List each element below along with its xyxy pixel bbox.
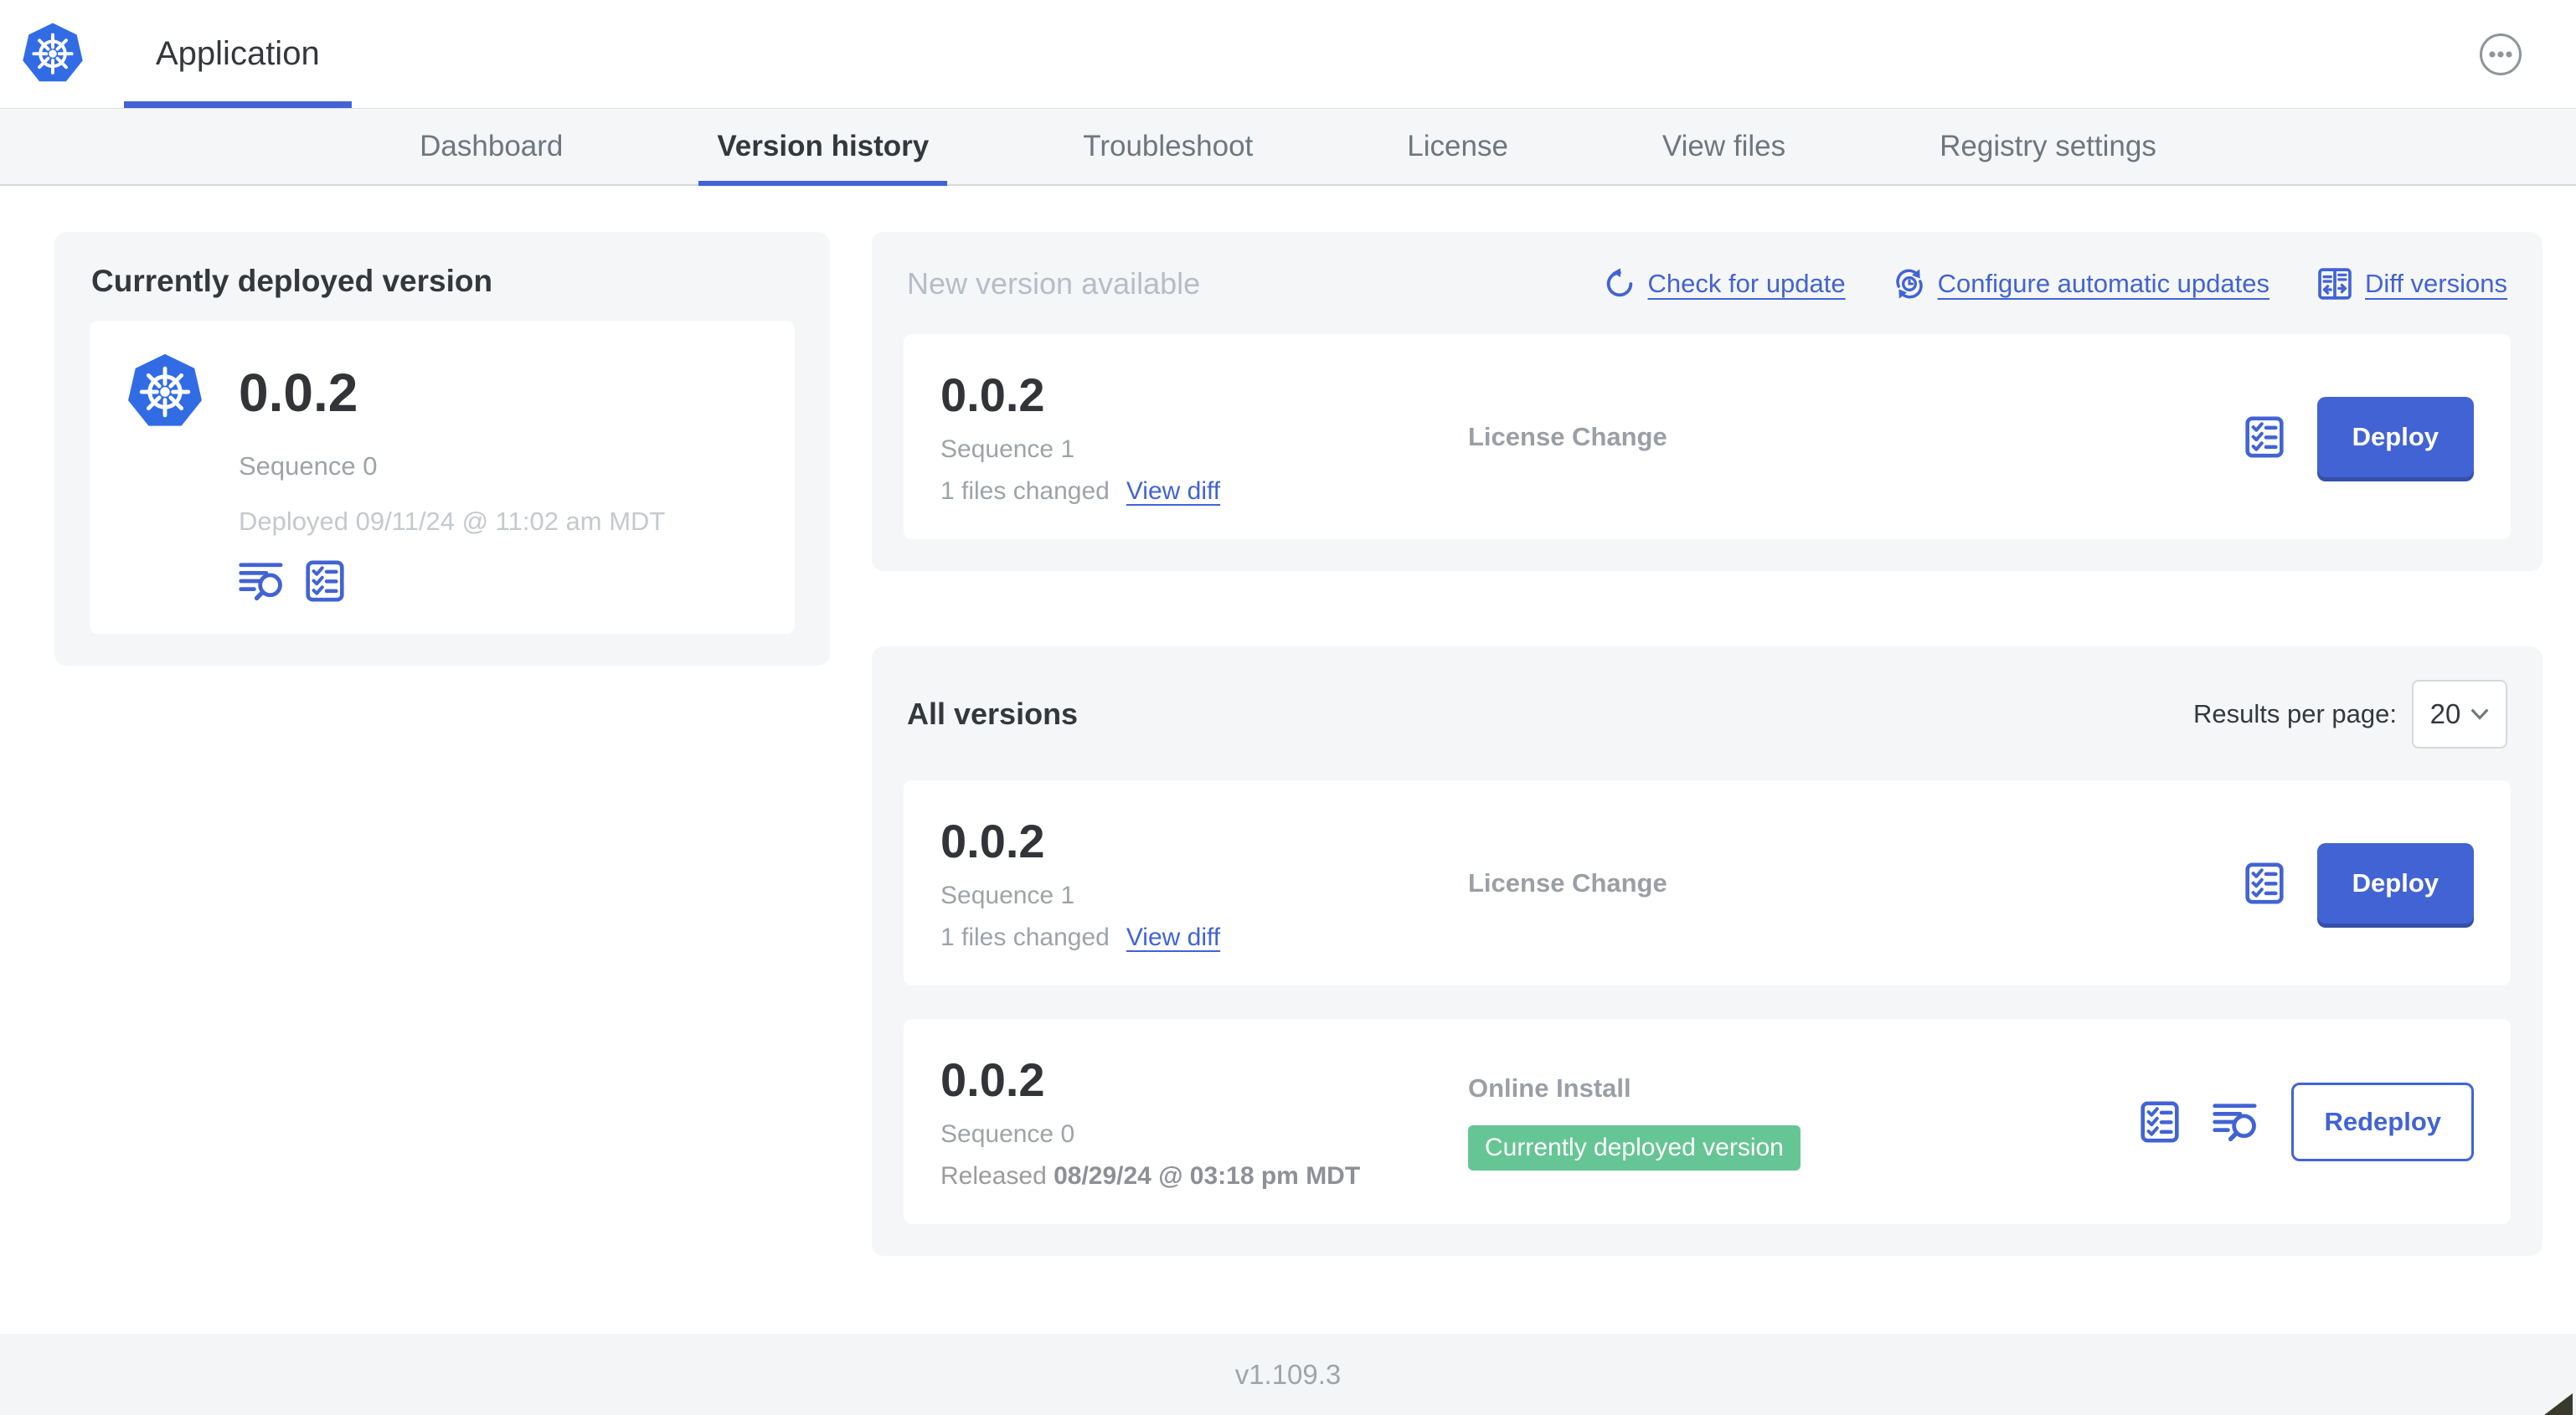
diff-icon <box>2316 265 2353 302</box>
files-changed-text: 1 files changed <box>940 924 1110 951</box>
new-version-title: New version available <box>907 266 1201 301</box>
preflight-checks-icon[interactable] <box>2245 862 2284 904</box>
console-version-text: v1.109.3 <box>1234 1358 1342 1390</box>
new-version-row: 0.0.2 Sequence 1 1 files changed View di… <box>904 334 2511 539</box>
results-per-page-select[interactable]: 20 <box>2412 680 2507 749</box>
preflight-checks-icon[interactable] <box>306 560 344 602</box>
preflight-checks-icon[interactable] <box>2141 1100 2180 1143</box>
version-sequence: Sequence 0 <box>940 1120 1075 1148</box>
all-versions-title: All versions <box>907 697 1079 731</box>
logs-icon[interactable] <box>2213 1101 2258 1143</box>
version-history-column: New version available Check for update C… <box>872 232 2543 1256</box>
main-content: Currently deployed version 0.0.2 Sequenc… <box>0 186 2576 1315</box>
deploy-button[interactable]: Deploy <box>2316 396 2474 477</box>
results-per-page-value: 20 <box>2429 698 2461 729</box>
view-diff-link[interactable]: View diff <box>1126 924 1220 952</box>
deployed-version-number: 0.0.2 <box>239 363 358 423</box>
configure-automatic-updates-link[interactable]: Configure automatic updates <box>1893 267 2269 301</box>
diff-versions-link[interactable]: Diff versions <box>2316 265 2507 302</box>
app-title: Application <box>156 35 320 72</box>
version-row: 0.0.2 Sequence 0 Released 08/29/24 @ 03:… <box>904 1019 2511 1224</box>
results-per-page-label: Results per page: <box>2193 699 2397 728</box>
logs-icon[interactable] <box>239 560 284 602</box>
version-row: 0.0.2 Sequence 1 1 files changed View di… <box>904 780 2511 985</box>
deployed-card-title: Currently deployed version <box>91 264 493 298</box>
version-source: License Change <box>1468 867 1667 898</box>
auto-update-clock-icon <box>1893 267 1926 301</box>
view-diff-link[interactable]: View diff <box>1126 477 1220 506</box>
deploy-button[interactable]: Deploy <box>2316 842 2474 924</box>
tab-license[interactable]: License <box>1388 109 1527 184</box>
subnav-tabs: Dashboard Version history Troubleshoot L… <box>0 109 2576 186</box>
tab-dashboard[interactable]: Dashboard <box>401 109 581 184</box>
app-header: Application <box>0 0 2576 109</box>
version-sequence: Sequence 1 <box>940 435 1075 463</box>
overflow-menu-button[interactable] <box>2479 33 2522 76</box>
ellipsis-icon <box>2479 33 2522 76</box>
new-version-panel: New version available Check for update C… <box>872 232 2543 571</box>
tab-registry-settings[interactable]: Registry settings <box>1921 109 2175 184</box>
version-number: 0.0.2 <box>940 815 1045 867</box>
app-nav-item-application[interactable]: Application <box>124 0 352 108</box>
currently-deployed-card: Currently deployed version 0.0.2 Sequenc… <box>54 232 830 666</box>
redeploy-button[interactable]: Redeploy <box>2291 1082 2474 1161</box>
version-source: Online Install <box>1468 1073 1631 1103</box>
kubernetes-logo-icon <box>20 22 85 87</box>
version-sequence: Sequence 1 <box>940 882 1075 909</box>
tab-troubleshoot[interactable]: Troubleshoot <box>1064 109 1271 184</box>
mouse-cursor <box>2544 1393 2573 1415</box>
deployed-version-card: 0.0.2 Sequence 0 Deployed 09/11/24 @ 11:… <box>90 321 795 634</box>
currently-deployed-badge: Currently deployed version <box>1468 1124 1801 1171</box>
version-number: 0.0.2 <box>940 368 1045 421</box>
files-changed-text: 1 files changed <box>940 477 1110 505</box>
version-released-timestamp: Released 08/29/24 @ 03:18 pm MDT <box>940 1162 1361 1190</box>
version-source: License Change <box>1468 421 1667 451</box>
footer: v1.109.3 <box>0 1334 2576 1415</box>
tab-view-files[interactable]: View files <box>1644 109 1804 184</box>
deployed-timestamp: Deployed 09/11/24 @ 11:02 am MDT <box>239 507 666 536</box>
refresh-icon <box>1603 267 1636 301</box>
check-for-update-link[interactable]: Check for update <box>1603 267 1846 301</box>
deployed-sequence: Sequence 0 <box>239 451 378 481</box>
app-version-logo-icon <box>125 352 205 433</box>
version-number: 0.0.2 <box>940 1053 1045 1106</box>
all-versions-panel: All versions Results per page: 20 0.0.2 … <box>872 646 2543 1256</box>
preflight-checks-icon[interactable] <box>2245 415 2284 458</box>
chevron-down-icon <box>2470 708 2489 720</box>
tab-version-history[interactable]: Version history <box>698 109 948 186</box>
